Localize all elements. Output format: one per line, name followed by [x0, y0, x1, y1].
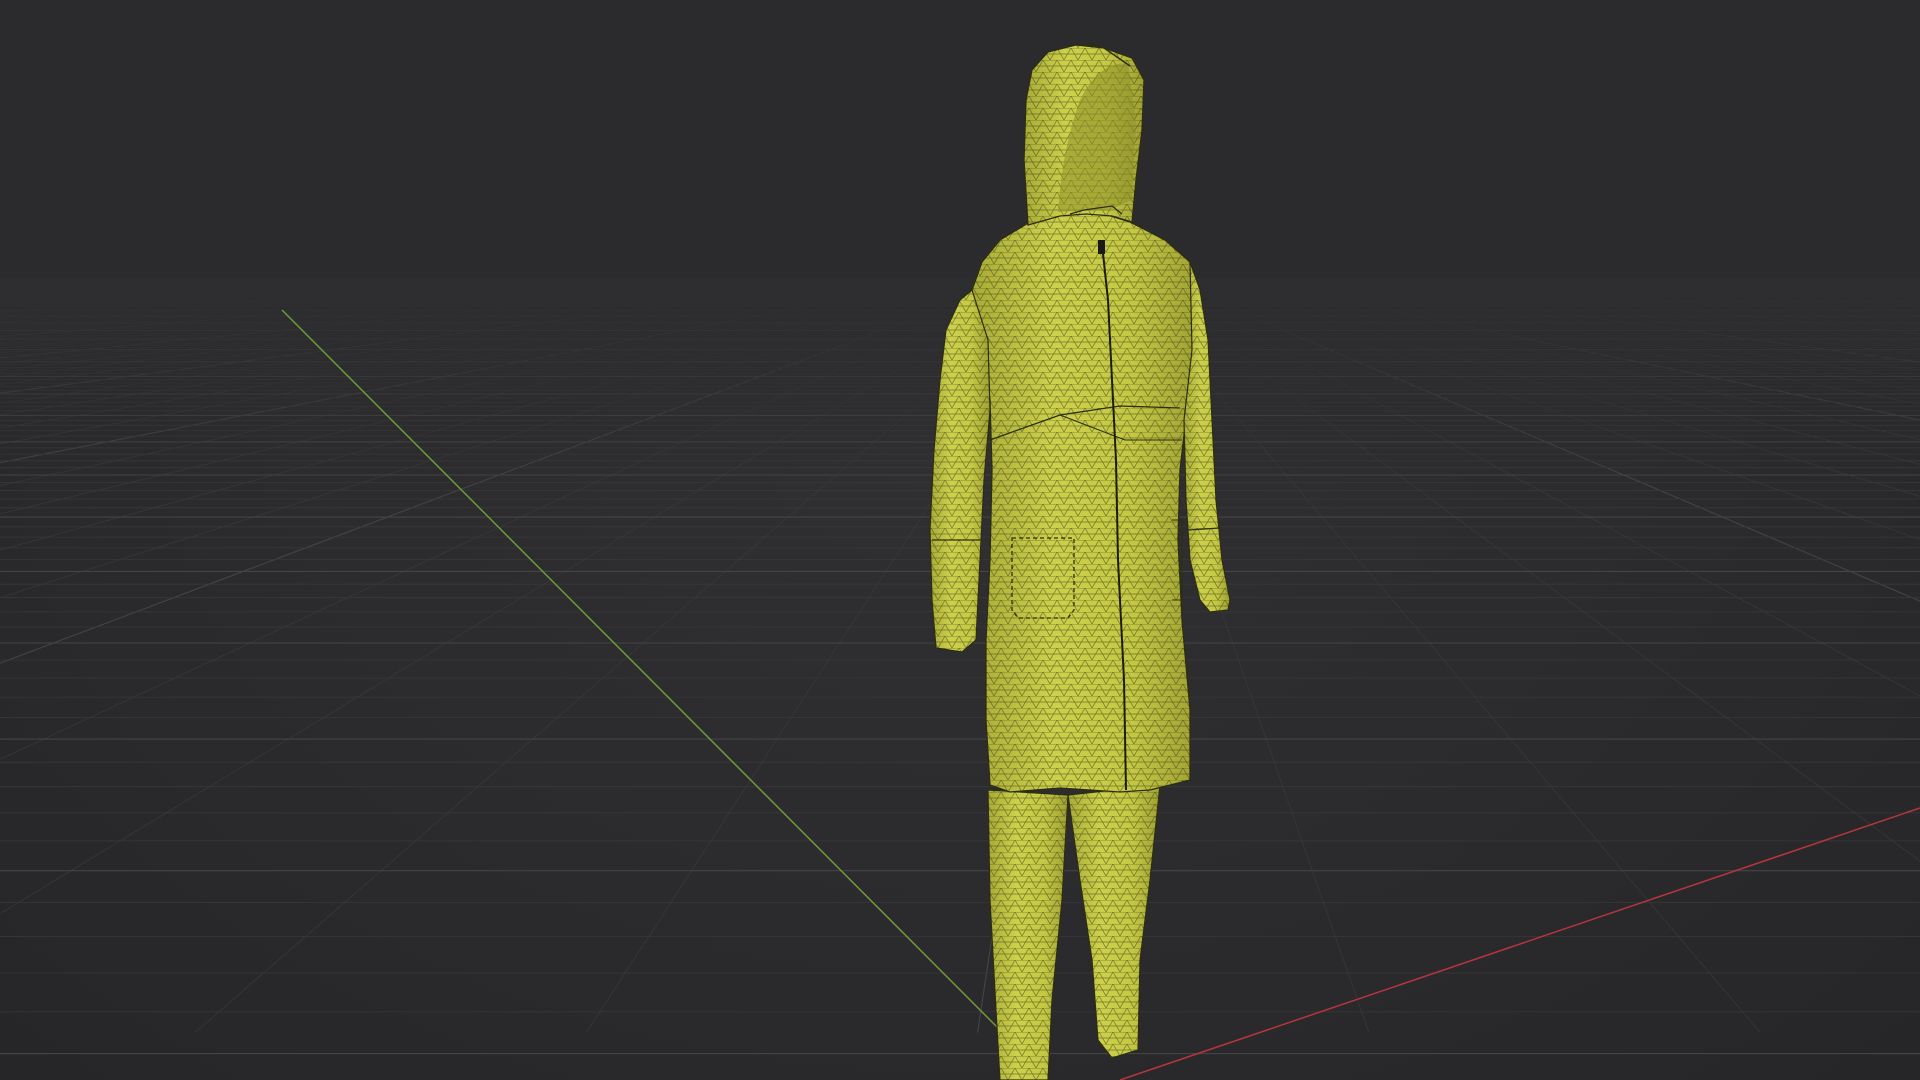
3d-viewport[interactable]: [0, 0, 1920, 1080]
zipper-pull: [1098, 240, 1105, 254]
coat-wireframe: [972, 210, 1200, 792]
viewport-scene[interactable]: [0, 0, 1920, 1080]
